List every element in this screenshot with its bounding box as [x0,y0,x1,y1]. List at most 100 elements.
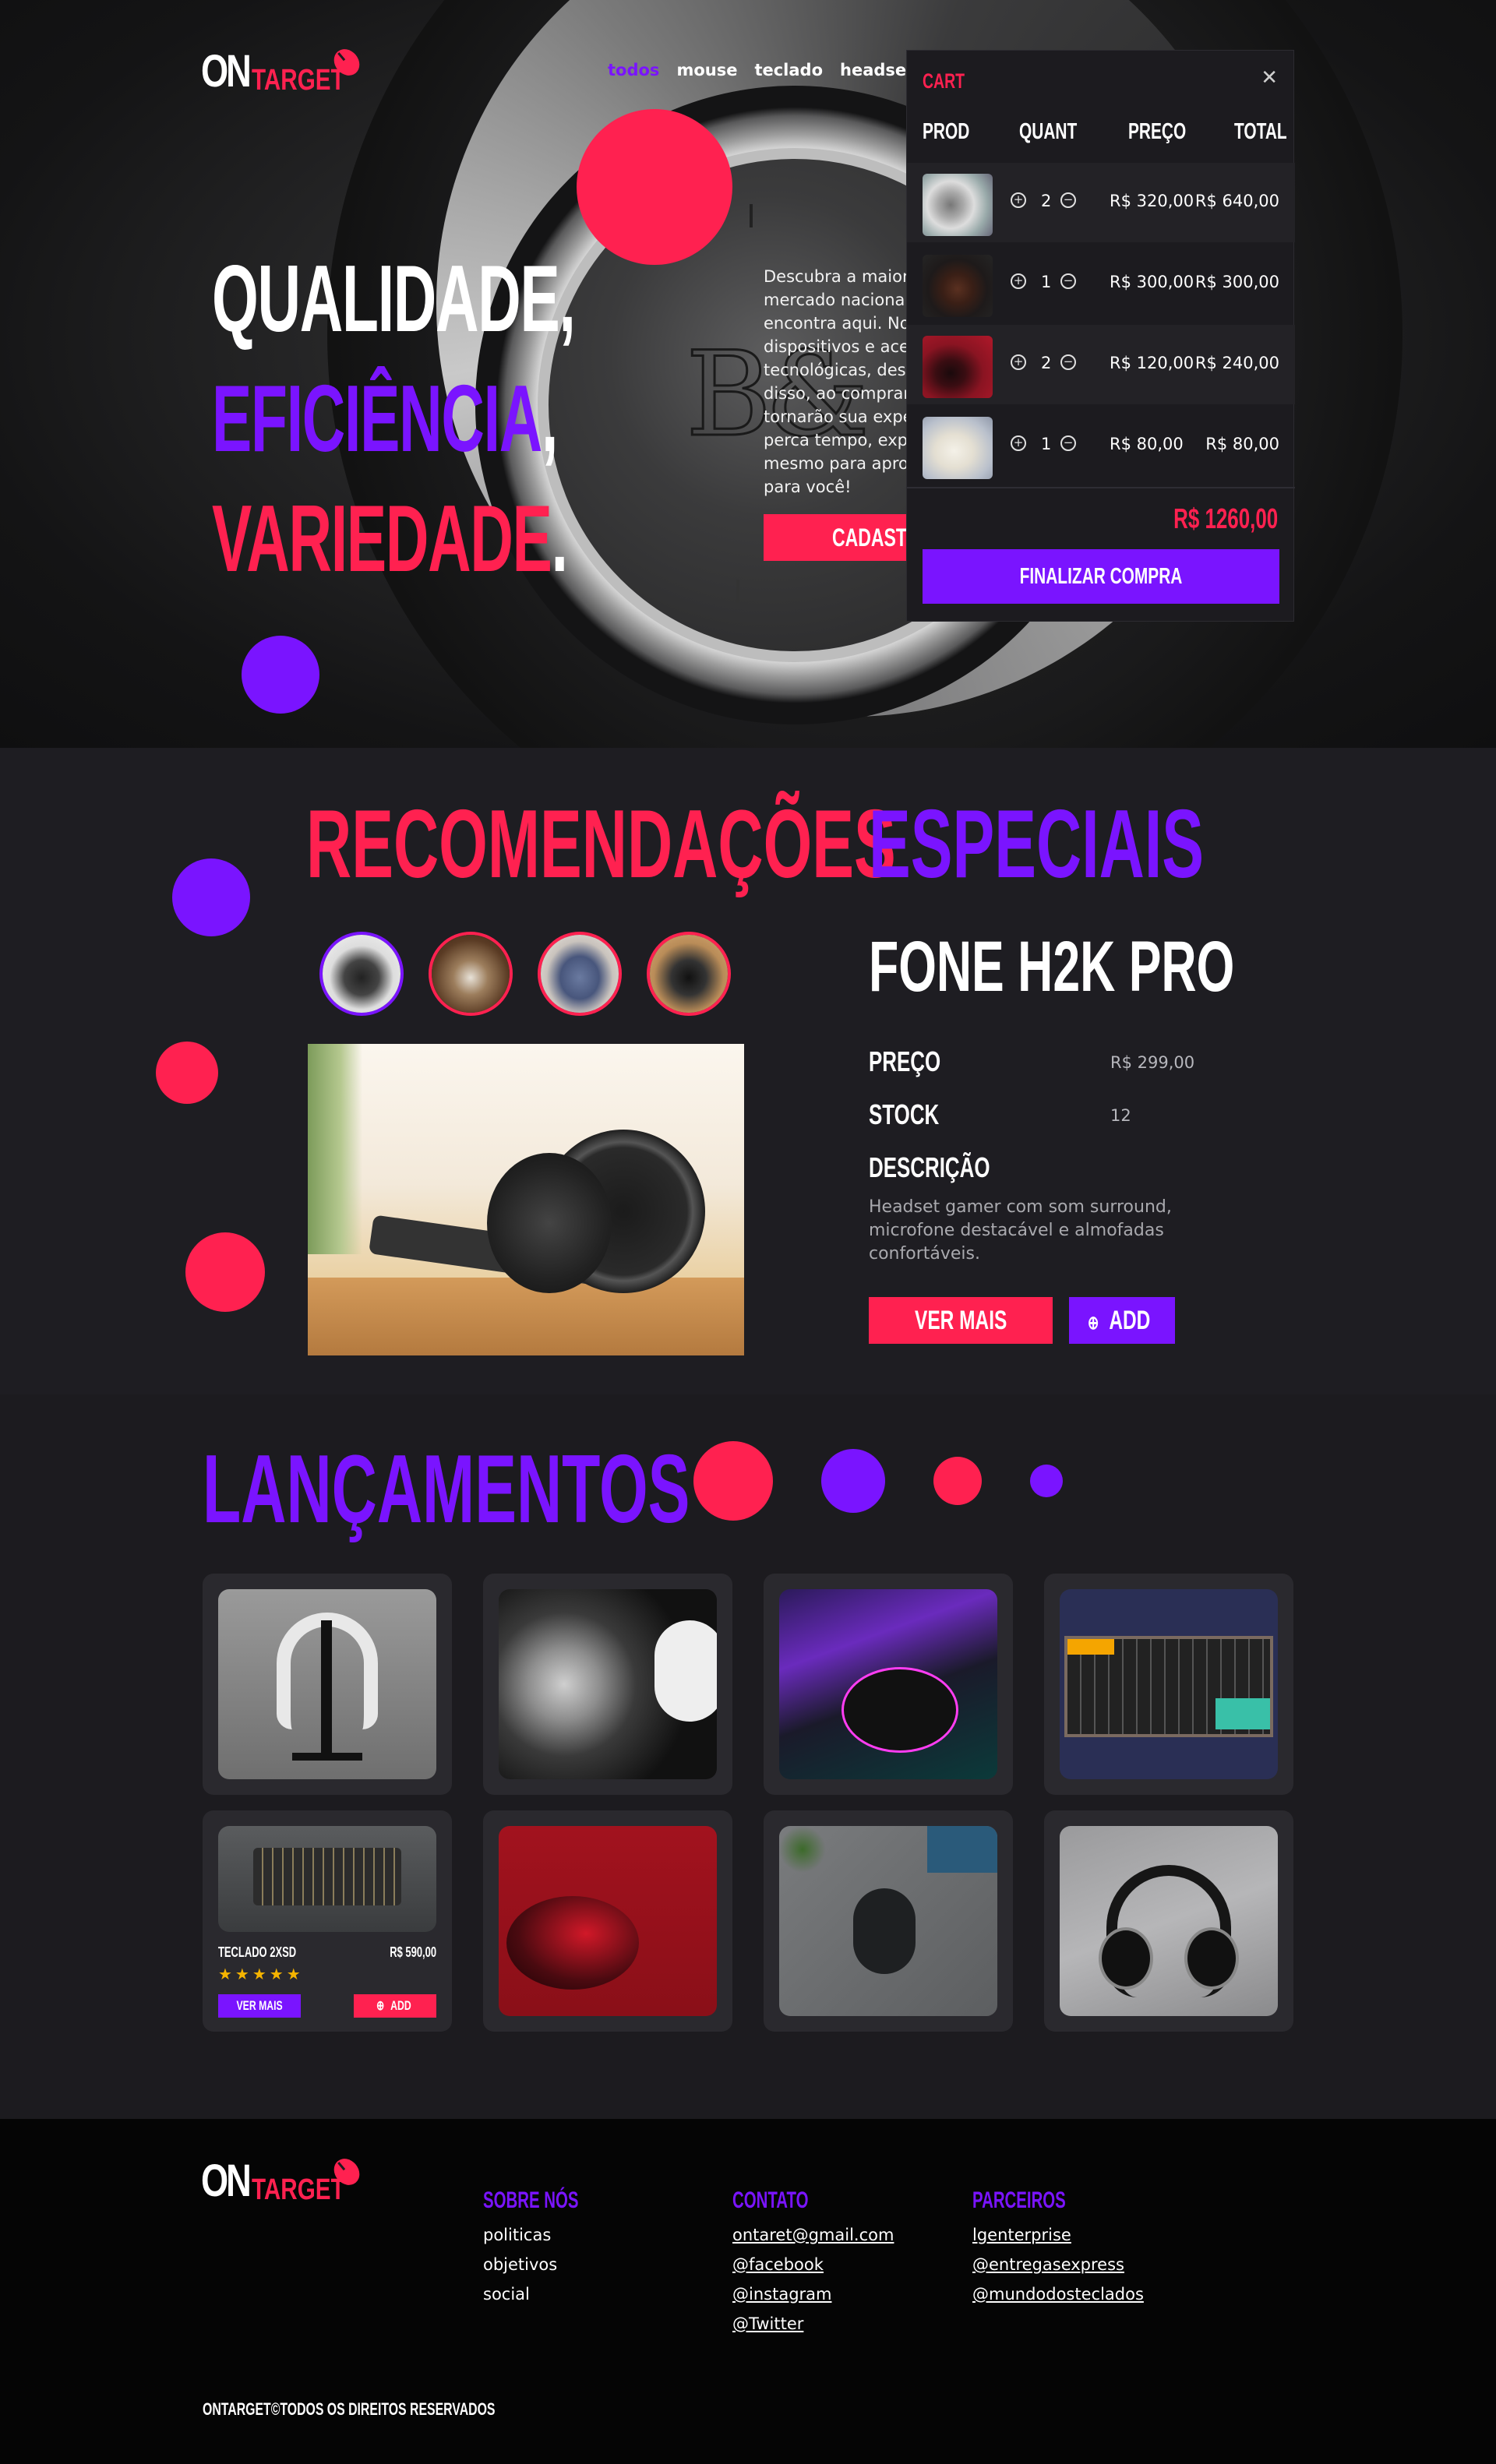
product-card[interactable] [483,1810,732,2032]
logo-on: ON [201,2156,252,2206]
cart-item-total: R$ 300,00 [1194,273,1279,291]
nav-item-teclado[interactable]: teclado [754,61,823,79]
star-rating-icon: ★★★★★ [218,1965,304,1983]
cart-item-thumb-headphone [923,174,993,236]
site-logo[interactable]: ON TARGET [201,44,371,97]
cart-item-price: R$ 120,00 [1110,354,1194,372]
minus-circle-icon[interactable]: − [1060,435,1076,451]
card-add-button[interactable]: ⊕ ADD [354,1994,436,2018]
logo-target: TARGET [252,64,345,97]
cart-item-total: R$ 640,00 [1194,192,1279,210]
headphone-tick [736,580,739,603]
product-image-red-mouse [499,1826,717,2016]
cart-item-qty: 1 [1041,435,1052,453]
logo-target: TARGET [252,2173,345,2206]
minus-circle-icon[interactable]: − [1060,192,1076,208]
cart-row: + 1 − R$ 300,00 R$ 300,00 [907,244,1295,323]
product-image-keyboard [218,1826,436,1932]
checkout-button[interactable]: FINALIZAR COMPRA [923,549,1279,604]
minus-circle-icon[interactable]: − [1060,354,1076,370]
recommend-thumb-mouse[interactable] [538,932,622,1016]
add-button-label: ADD [1109,1306,1151,1335]
footer-link-mundodosteclados[interactable]: @mundodosteclados [972,2279,1144,2309]
cart-item-qty: 1 [1041,273,1052,291]
price-value: R$ 299,00 [1110,1053,1195,1072]
footer-link-social[interactable]: social [483,2279,623,2309]
decor-circle-purple [821,1449,885,1513]
hero-description: Descubra a maior v mercado nacional enco… [764,267,924,496]
cart-item-qty: 2 [1041,354,1052,372]
recommendations-section: RECOMENDAÇÕES ESPECIAIS FONE H2K PRO PRE… [0,748,1496,1394]
recommend-thumb-keyboard[interactable] [429,932,513,1016]
footer-about: SOBRE NÓS politicas objetivos social [483,2187,623,2309]
plus-circle-icon: ⊕ [376,1998,385,2013]
plus-circle-icon[interactable]: + [1011,435,1026,451]
decor-circle-purple [242,636,319,714]
hero-line-2: EFICIÊNCIA, [212,371,558,466]
hero-section: B& ON TARGET todos mouse teclado headset… [0,0,1496,748]
description-label: DESCRIÇÃO [869,1151,990,1183]
headphone-tick [750,204,753,227]
footer-link-objetivos[interactable]: objetivos [483,2250,623,2279]
card-see-more-button[interactable]: VER MAIS [218,1994,301,2018]
plus-circle-icon[interactable]: + [1011,354,1026,370]
see-more-button[interactable]: VER MAIS [869,1297,1053,1344]
product-card[interactable] [764,1574,1013,1795]
category-nav: todos mouse teclado headset [608,61,914,79]
footer-contact: CONTATO ontaret@gmail.com @facebook @ins… [732,2187,894,2339]
product-photo [308,1044,744,1355]
cart-item-total: R$ 240,00 [1194,354,1279,372]
product-card[interactable] [203,1574,452,1795]
footer-link-entregasexpress[interactable]: @entregasexpress [972,2250,1144,2279]
hero-comma: , [541,365,558,471]
product-card[interactable] [483,1574,732,1795]
cart-item-thumb-mouse [923,417,993,479]
footer-link-politicas[interactable]: politicas [483,2220,623,2250]
cart-title: CART [923,69,965,93]
cart-panel: CART ✕ PROD QUANT PREÇO TOTAL + 2 − R$ 3… [906,50,1295,622]
cart-item-qty: 2 [1041,192,1052,210]
add-to-cart-button[interactable]: ⊕ ADD [1069,1297,1175,1344]
cart-row: + 2 − R$ 320,00 R$ 640,00 [907,163,1295,242]
nav-item-headset[interactable]: headset [840,61,914,79]
card-product-name: TECLADO 2XSD [218,1944,297,1960]
product-image-headphone [1060,1826,1278,2016]
footer-link-twitter[interactable]: @Twitter [732,2309,894,2339]
product-name: FONE H2K PRO [869,927,1235,1006]
footer-link-lgenterprise[interactable]: lgenterprise [972,2220,1144,2250]
recommend-thumb-headphone[interactable] [647,932,731,1016]
decor-circle-red [933,1457,982,1505]
footer-logo[interactable]: ON TARGET [201,2153,371,2207]
product-image-keyboard [1060,1589,1278,1779]
product-card[interactable]: TECLADO 2XSD R$ 590,00 ★★★★★ VER MAIS ⊕ … [203,1810,452,2032]
minus-circle-icon[interactable]: − [1060,273,1076,289]
product-image-headphone [499,1589,717,1779]
decor-circle-purple [172,858,250,936]
cart-item-price: R$ 320,00 [1110,192,1194,210]
recommend-thumb-headphone[interactable] [319,932,404,1016]
register-button[interactable]: CADASTRE [764,514,919,561]
plus-circle-icon: ⊕ [1087,1313,1099,1334]
stock-value: 12 [1110,1106,1131,1125]
close-icon[interactable]: ✕ [1261,66,1278,90]
product-card[interactable] [1044,1574,1293,1795]
launches-title: LANÇAMENTOS [203,1436,690,1543]
product-card[interactable] [764,1810,1013,2032]
decor-circle-red [156,1042,218,1104]
plus-circle-icon[interactable]: + [1011,192,1026,208]
cart-header-total: TOTAL [1234,119,1287,144]
product-image-rgb-mouse [779,1589,997,1779]
decor-circle-red [577,109,732,265]
cart-sum: R$ 1260,00 [1173,502,1278,534]
hero-line-1: QUALIDADE, [212,245,576,351]
nav-item-mouse[interactable]: mouse [676,61,737,79]
cart-item-price: R$ 80,00 [1110,435,1184,453]
footer: ON TARGET SOBRE NÓS politicas objetivos … [0,2119,1496,2464]
see-more-button-label: VER MAIS [914,1306,1007,1335]
footer-link-facebook[interactable]: @facebook [732,2250,894,2279]
plus-circle-icon[interactable]: + [1011,273,1026,289]
product-card[interactable] [1044,1810,1293,2032]
footer-link-instagram[interactable]: @instagram [732,2279,894,2309]
footer-link-email[interactable]: ontaret@gmail.com [732,2220,894,2250]
nav-item-todos[interactable]: todos [608,61,659,79]
